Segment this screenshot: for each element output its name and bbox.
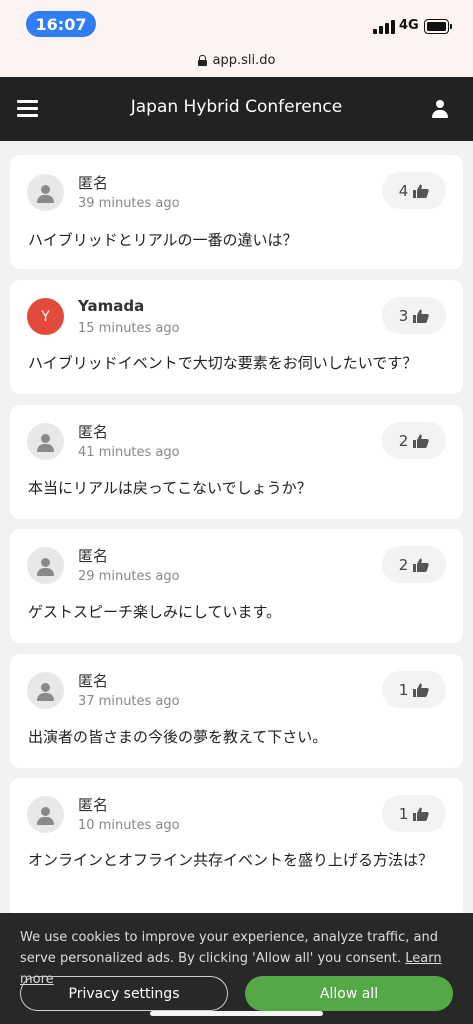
thumbs-up-icon: [413, 558, 429, 572]
question-time: 37 minutes ago: [78, 694, 180, 709]
url-bar[interactable]: app.sli.do: [0, 44, 473, 77]
question-text: ゲストスピーチ楽しみにしています。: [28, 603, 282, 621]
like-button[interactable]: 2: [382, 422, 446, 459]
like-count: 2: [398, 555, 409, 574]
question-card: 匿名 39 minutes ago 4 ハイブリッドとリアルの一番の違いは？: [10, 155, 463, 269]
question-author: 匿名: [78, 423, 109, 441]
anonymous-avatar-icon: [27, 796, 64, 833]
user-account-icon[interactable]: [431, 100, 449, 118]
cookie-banner: We use cookies to improve your experienc…: [0, 913, 473, 1024]
like-count: 1: [398, 804, 409, 823]
question-time: 15 minutes ago: [78, 321, 180, 336]
question-author: Yamada: [78, 297, 145, 315]
like-button[interactable]: 2: [382, 546, 446, 583]
question-card: 匿名 37 minutes ago 1 出演者の皆さまの今後の夢を教えて下さい。: [10, 654, 463, 768]
question-text: 本当にリアルは戻ってこないでしょうか？: [28, 479, 312, 497]
thumbs-up-icon: [413, 184, 429, 198]
status-bar: 16:07 4G: [0, 0, 473, 44]
question-card: Y Yamada 15 minutes ago 3 ハイブリッドイベントで大切な…: [10, 280, 463, 394]
url-text: app.sli.do: [212, 53, 276, 68]
anonymous-avatar-icon: [27, 672, 64, 709]
question-time: 10 minutes ago: [78, 818, 180, 833]
network-label: 4G: [399, 18, 419, 33]
like-button[interactable]: 3: [382, 297, 446, 334]
question-card: 匿名 10 minutes ago 1 オンラインとオフライン共存イベントを盛り…: [10, 778, 463, 918]
question-text: オンラインとオフライン共存イベントを盛り上げる方法は？: [28, 851, 434, 869]
thumbs-up-icon: [413, 309, 429, 323]
thumbs-up-icon: [413, 683, 429, 697]
question-time: 29 minutes ago: [78, 569, 180, 584]
question-author: 匿名: [78, 547, 109, 565]
privacy-settings-button[interactable]: Privacy settings: [20, 976, 228, 1011]
signal-icon: [373, 18, 395, 34]
question-card: 匿名 41 minutes ago 2 本当にリアルは戻ってこないでしょうか？: [10, 405, 463, 519]
question-text: ハイブリッドイベントで大切な要素をお伺いしたいです？: [28, 354, 418, 372]
question-text: ハイブリッドとリアルの一番の違いは？: [28, 231, 298, 249]
like-button[interactable]: 1: [382, 795, 446, 832]
like-button[interactable]: 1: [382, 671, 446, 708]
app-header: Japan Hybrid Conference: [0, 77, 473, 141]
anonymous-avatar-icon: [27, 423, 64, 460]
like-count: 3: [398, 306, 409, 325]
like-count: 2: [398, 431, 409, 450]
event-title: Japan Hybrid Conference: [130, 97, 343, 117]
like-count: 4: [398, 181, 409, 200]
status-time: 16:07: [26, 11, 96, 37]
anonymous-avatar-icon: [27, 547, 64, 584]
question-time: 39 minutes ago: [78, 196, 180, 211]
user-avatar: Y: [27, 298, 64, 335]
allow-all-button[interactable]: Allow all: [245, 976, 453, 1011]
anonymous-avatar-icon: [27, 174, 64, 211]
question-text: 出演者の皆さまの今後の夢を教えて下さい。: [28, 728, 328, 746]
battery-icon: [424, 19, 452, 34]
thumbs-up-icon: [413, 807, 429, 821]
question-author: 匿名: [78, 796, 109, 814]
like-count: 1: [398, 680, 409, 699]
question-author: 匿名: [78, 174, 109, 192]
question-card: 匿名 29 minutes ago 2 ゲストスピーチ楽しみにしています。: [10, 529, 463, 643]
cookie-message-text: We use cookies to improve your experienc…: [20, 930, 438, 966]
like-button[interactable]: 4: [382, 172, 446, 209]
question-time: 41 minutes ago: [78, 445, 180, 460]
lock-icon: [197, 55, 207, 66]
home-indicator[interactable]: [150, 1011, 323, 1016]
question-author: 匿名: [78, 672, 109, 690]
thumbs-up-icon: [413, 434, 429, 448]
